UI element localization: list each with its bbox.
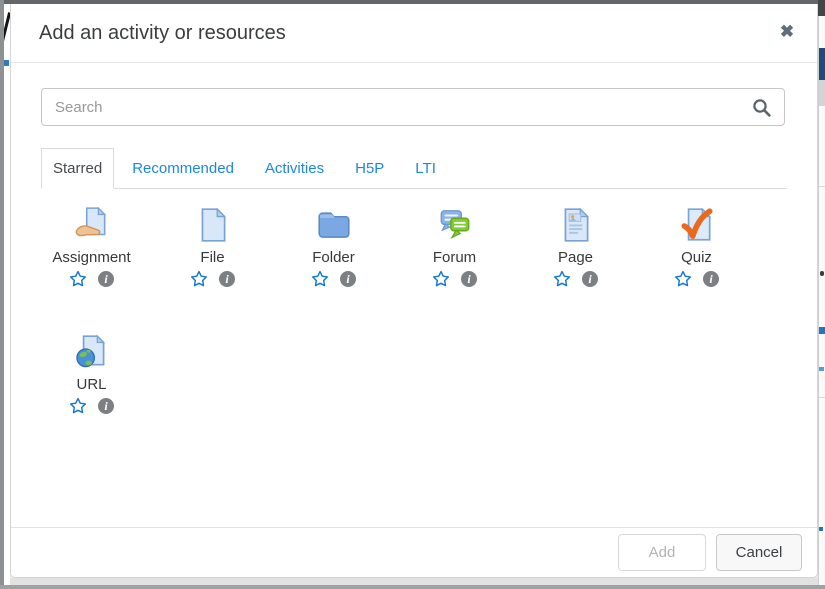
info-icon[interactable]: i <box>461 271 477 287</box>
activity-controls: i <box>190 270 235 288</box>
file-icon <box>194 202 232 244</box>
tab-h5p[interactable]: H5P <box>342 148 397 188</box>
modal-title: Add an activity or resources <box>39 22 286 45</box>
activity-label: Folder <box>312 249 355 266</box>
activity-label: Forum <box>433 249 476 266</box>
activity-tile-page[interactable]: Page i <box>515 202 636 292</box>
star-icon[interactable] <box>553 270 571 288</box>
search-box <box>41 88 785 126</box>
tab-activities[interactable]: Activities <box>252 148 337 188</box>
page-background-right <box>818 4 825 585</box>
page-icon <box>557 202 595 244</box>
activity-tile-url[interactable]: URL i <box>31 329 152 419</box>
page-navbar-fragment <box>818 0 825 16</box>
page-link-fragment <box>4 60 9 66</box>
tab-lti[interactable]: LTI <box>402 148 449 188</box>
page-navy-block <box>819 48 825 80</box>
assignment-icon <box>73 202 111 244</box>
quiz-icon <box>678 202 716 244</box>
activity-controls: i <box>69 270 114 288</box>
info-icon[interactable]: i <box>98 398 114 414</box>
page-link-fragment <box>819 527 823 531</box>
search-input[interactable] <box>42 89 784 125</box>
activity-grid: Assignment i File <box>31 202 759 419</box>
modal-footer: Add Cancel <box>11 527 817 577</box>
info-icon[interactable]: i <box>582 271 598 287</box>
page-divider <box>819 397 825 398</box>
info-icon[interactable]: i <box>340 271 356 287</box>
page-gray-block <box>819 80 825 106</box>
page-text-fragment <box>820 271 824 276</box>
star-icon[interactable] <box>311 270 329 288</box>
add-button[interactable]: Add <box>618 534 706 571</box>
activity-label: Page <box>558 249 593 266</box>
star-icon[interactable] <box>674 270 692 288</box>
activity-label: Assignment <box>52 249 130 266</box>
modal-header: Add an activity or resources ✖ <box>11 4 817 63</box>
info-icon[interactable]: i <box>703 271 719 287</box>
activity-controls: i <box>311 270 356 288</box>
activity-tile-file[interactable]: File i <box>152 202 273 292</box>
forum-icon <box>436 202 474 244</box>
activity-controls: i <box>674 270 719 288</box>
cancel-button[interactable]: Cancel <box>716 534 802 571</box>
page-link-fragment <box>819 327 825 334</box>
star-icon[interactable] <box>190 270 208 288</box>
activity-controls: i <box>553 270 598 288</box>
url-icon <box>73 329 111 371</box>
activity-controls: i <box>69 397 114 415</box>
tab-recommended[interactable]: Recommended <box>119 148 247 188</box>
activity-tile-forum[interactable]: Forum i <box>394 202 515 292</box>
folder-icon <box>315 202 353 244</box>
activity-tile-assignment[interactable]: Assignment i <box>31 202 152 292</box>
activity-label: URL <box>76 376 106 393</box>
activity-tile-quiz[interactable]: Quiz i <box>636 202 757 292</box>
star-icon[interactable] <box>69 397 87 415</box>
page-background-bottom <box>4 578 818 585</box>
tab-bar: Starred Recommended Activities H5P LTI <box>41 148 787 189</box>
tab-starred[interactable]: Starred <box>41 148 114 189</box>
page-link-fragment <box>819 367 824 371</box>
page-divider <box>819 186 825 187</box>
info-icon[interactable]: i <box>219 271 235 287</box>
star-icon[interactable] <box>69 270 87 288</box>
search-icon <box>751 97 773 124</box>
activity-tile-folder[interactable]: Folder i <box>273 202 394 292</box>
star-icon[interactable] <box>432 270 450 288</box>
info-icon[interactable]: i <box>98 271 114 287</box>
activity-controls: i <box>432 270 477 288</box>
activity-label: File <box>200 249 224 266</box>
window-frame-bottom <box>0 585 825 589</box>
activity-label: Quiz <box>681 249 712 266</box>
close-icon[interactable]: ✖ <box>775 20 799 44</box>
add-activity-modal: Add an activity or resources ✖ Starred R… <box>10 4 818 578</box>
